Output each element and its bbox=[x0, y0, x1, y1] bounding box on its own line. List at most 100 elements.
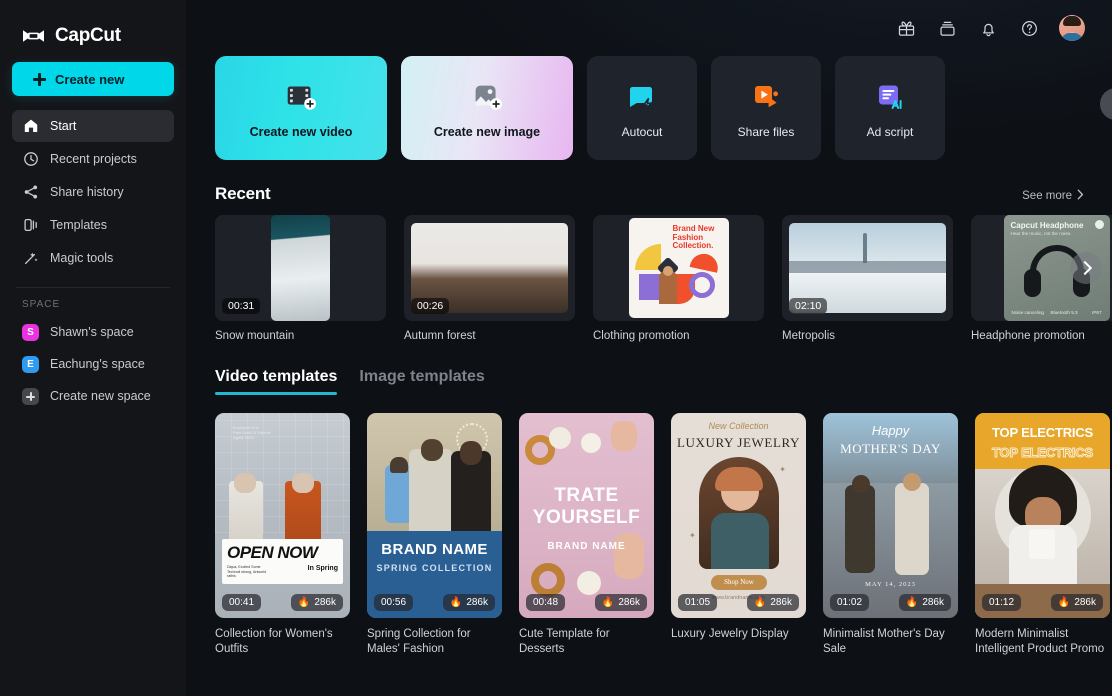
templates-icon bbox=[22, 217, 39, 234]
duration-badge: 01:05 bbox=[678, 594, 717, 611]
sidebar-item-share-history[interactable]: Share history bbox=[12, 176, 174, 208]
sidebar-create-new-space[interactable]: Create new space bbox=[12, 380, 174, 412]
recent-card[interactable]: 02:10 Metropolis bbox=[782, 215, 953, 342]
template-title: Collection for Women's Outfits bbox=[215, 627, 350, 657]
tab-video-templates[interactable]: Video templates bbox=[215, 368, 337, 395]
template-badges: 00:56 🔥 286k bbox=[367, 587, 502, 618]
sidebar: CapCut Create new Start Recent projects bbox=[0, 0, 186, 696]
space-label: Eachung's space bbox=[50, 357, 145, 371]
brand: CapCut bbox=[12, 0, 174, 56]
see-more-link[interactable]: See more bbox=[1022, 189, 1084, 203]
film-plus-icon bbox=[282, 78, 320, 116]
chevron-right-icon bbox=[1077, 189, 1084, 203]
recent-card-title: Snow mountain bbox=[215, 330, 386, 342]
recent-thumbnail: 02:10 bbox=[782, 215, 953, 321]
share-files-card[interactable]: Share files bbox=[711, 56, 821, 160]
create-new-label: Create new bbox=[55, 72, 124, 87]
create-new-button[interactable]: Create new bbox=[12, 62, 174, 96]
sidebar-item-magic-tools[interactable]: Magic tools bbox=[12, 242, 174, 274]
action-label: Create new image bbox=[434, 125, 540, 139]
template-title: Luxury Jewelry Display bbox=[671, 627, 806, 642]
sidebar-item-recent-projects[interactable]: Recent projects bbox=[12, 143, 174, 175]
recent-thumbnail: 00:26 bbox=[404, 215, 575, 321]
content-area: Create new video Create new image bbox=[186, 56, 1112, 657]
ad-script-icon bbox=[871, 78, 909, 116]
template-title: Modern Minimalist Intelligent Product Pr… bbox=[975, 627, 1110, 657]
likes-badge: 🔥 286k bbox=[1051, 594, 1103, 611]
avatar-hair bbox=[1063, 16, 1081, 26]
wallet-icon[interactable] bbox=[936, 17, 958, 39]
recent-next-button[interactable] bbox=[1070, 252, 1102, 284]
duration-badge: 00:26 bbox=[411, 298, 449, 314]
sidebar-item-templates[interactable]: Templates bbox=[12, 209, 174, 241]
duration-badge: 01:02 bbox=[830, 594, 869, 611]
sidebar-item-label: Start bbox=[50, 119, 76, 133]
create-new-image-card[interactable]: Create new image bbox=[401, 56, 573, 160]
templates-next-button[interactable] bbox=[1100, 88, 1112, 120]
recent-card-title: Autumn forest bbox=[404, 330, 575, 342]
thumbnail-art: Brand NewFashionCollection. bbox=[629, 218, 729, 318]
clock-icon bbox=[22, 151, 39, 168]
sidebar-nav: Start Recent projects bbox=[12, 110, 174, 274]
template-badges: 00:41 🔥 286k bbox=[215, 587, 350, 618]
topbar bbox=[186, 0, 1112, 56]
duration-badge: 02:10 bbox=[789, 298, 827, 314]
share-icon bbox=[22, 184, 39, 201]
template-badges: 01:02 🔥 286k bbox=[823, 587, 958, 618]
template-card[interactable]: Exclusive FineFree Draft Of ExploreAgent… bbox=[215, 413, 350, 657]
template-badges: 01:12 🔥 286k bbox=[975, 587, 1110, 618]
likes-badge: 🔥 286k bbox=[747, 594, 799, 611]
template-title: Cute Template for Desserts bbox=[519, 627, 654, 657]
template-title: Minimalist Mother's Day Sale bbox=[823, 627, 958, 657]
sidebar-space-eachung[interactable]: E Eachung's space bbox=[12, 348, 174, 380]
help-icon[interactable] bbox=[1018, 17, 1040, 39]
gift-icon[interactable] bbox=[895, 17, 917, 39]
tab-image-templates[interactable]: Image templates bbox=[359, 368, 484, 395]
template-card[interactable]: BRAND NAME SPRING COLLECTION 00:56 🔥 286… bbox=[367, 413, 502, 657]
create-new-video-card[interactable]: Create new video bbox=[215, 56, 387, 160]
fire-icon: 🔥 bbox=[450, 597, 462, 608]
likes-count: 286k bbox=[770, 597, 792, 608]
autocut-card[interactable]: Autocut bbox=[587, 56, 697, 160]
action-label: Share files bbox=[738, 125, 795, 139]
recent-thumbnail: Brand NewFashionCollection. bbox=[593, 215, 764, 321]
sidebar-item-start[interactable]: Start bbox=[12, 110, 174, 142]
recent-card[interactable]: 00:26 Autumn forest bbox=[404, 215, 575, 342]
fire-icon: 🔥 bbox=[754, 597, 766, 608]
see-more-label: See more bbox=[1022, 190, 1072, 202]
space-section-title: SPACE bbox=[12, 299, 174, 316]
bell-icon[interactable] bbox=[977, 17, 999, 39]
brand-name: CapCut bbox=[55, 25, 121, 47]
space-avatar: S bbox=[22, 324, 39, 341]
recent-card[interactable]: Brand NewFashionCollection. bbox=[593, 215, 764, 342]
sidebar-item-label: Templates bbox=[50, 218, 107, 232]
user-avatar[interactable] bbox=[1059, 15, 1085, 41]
action-label: Autocut bbox=[622, 125, 663, 139]
avatar-body bbox=[1061, 33, 1083, 41]
recent-thumbnail: 00:31 bbox=[215, 215, 386, 321]
recent-card[interactable]: 00:31 Snow mountain bbox=[215, 215, 386, 342]
action-cards: Create new video Create new image bbox=[215, 56, 1084, 160]
app-root: CapCut Create new Start Recent projects bbox=[0, 0, 1112, 696]
tab-label: Image templates bbox=[359, 368, 484, 385]
likes-count: 286k bbox=[314, 597, 336, 608]
ad-script-card[interactable]: Ad script bbox=[835, 56, 945, 160]
fire-icon: 🔥 bbox=[1058, 597, 1070, 608]
likes-badge: 🔥 286k bbox=[443, 594, 495, 611]
duration-badge: 00:31 bbox=[222, 298, 260, 314]
sidebar-item-label: Magic tools bbox=[50, 251, 113, 265]
space-label: Create new space bbox=[50, 389, 151, 403]
likes-badge: 🔥 286k bbox=[595, 594, 647, 611]
plus-icon bbox=[33, 73, 46, 86]
sidebar-space-shawn[interactable]: S Shawn's space bbox=[12, 316, 174, 348]
recent-card-title: Headphone promotion bbox=[971, 330, 1112, 342]
sidebar-divider bbox=[16, 287, 170, 288]
template-card[interactable]: TOP ELECTRICS TOP ELECTRICS 01:12 🔥 bbox=[975, 413, 1110, 657]
tab-label: Video templates bbox=[215, 368, 337, 385]
template-card[interactable]: TRATEYOURSELF BRAND NAME 00:48 🔥 286k Cu… bbox=[519, 413, 654, 657]
template-thumbnail: TRATEYOURSELF BRAND NAME 00:48 🔥 286k bbox=[519, 413, 654, 618]
template-card[interactable]: New Collection LUXURY JEWELRY ✦ ✦ Shop N… bbox=[671, 413, 806, 657]
template-card[interactable]: Happy MOTHER'S DAY MAY 14, 2023 01:02 🔥 … bbox=[823, 413, 958, 657]
fire-icon: 🔥 bbox=[298, 597, 310, 608]
page-title: Recent bbox=[215, 184, 271, 204]
